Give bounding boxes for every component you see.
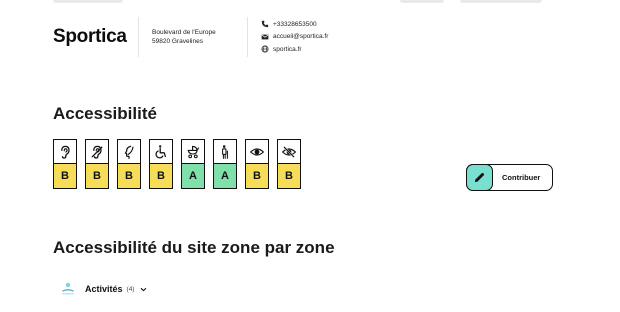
badge-vision[interactable]: B bbox=[245, 139, 269, 189]
email-address: accueil@sportica.fr bbox=[273, 33, 329, 41]
zone-toggle-activites[interactable]: Activités (4) bbox=[60, 281, 147, 297]
zone-label: Activités bbox=[85, 284, 123, 294]
badge-cognitive[interactable]: B bbox=[117, 139, 141, 189]
badge-wheelchair[interactable]: B bbox=[149, 139, 173, 189]
badge-elderly[interactable]: A bbox=[213, 139, 237, 189]
badge-stroller[interactable]: A bbox=[181, 139, 205, 189]
address-line1: Boulevard de l'Europe bbox=[152, 29, 216, 36]
badge-grade: B bbox=[278, 164, 300, 188]
address-line2: 59820 Gravelines bbox=[152, 38, 203, 45]
accessibility-badges: B B B B A A B B bbox=[53, 139, 309, 189]
contribute-button[interactable]: Contribuer bbox=[466, 164, 553, 191]
globe-icon bbox=[260, 45, 269, 54]
badge-grade: B bbox=[118, 164, 140, 188]
badge-grade: B bbox=[150, 164, 172, 188]
contribute-label: Contribuer bbox=[502, 173, 541, 182]
brand-name: Sportica bbox=[53, 26, 127, 47]
eye-icon bbox=[246, 140, 268, 164]
zone-count: (4) bbox=[126, 285, 135, 293]
header-divider bbox=[247, 17, 248, 57]
top-tab-fragment bbox=[460, 0, 542, 3]
badge-deaf[interactable]: B bbox=[85, 139, 109, 189]
phone-icon bbox=[260, 20, 269, 29]
badge-grade: A bbox=[182, 164, 204, 188]
email-link[interactable]: accueil@sportica.fr bbox=[260, 31, 328, 44]
envelope-icon bbox=[260, 32, 269, 41]
stroller-icon bbox=[182, 140, 204, 164]
top-tab-fragment bbox=[400, 0, 444, 3]
phone-link[interactable]: +33328653500 bbox=[260, 18, 328, 31]
wheelchair-icon bbox=[150, 140, 172, 164]
website-url: sportica.fr bbox=[273, 45, 302, 53]
pencil-icon bbox=[466, 164, 493, 191]
activity-logo-icon bbox=[60, 281, 76, 297]
ear-icon bbox=[54, 140, 76, 164]
zones-title: Accessibilité du site zone par zone bbox=[53, 238, 335, 257]
eye-strike-icon bbox=[278, 140, 300, 164]
phone-number: +33328653500 bbox=[273, 20, 317, 28]
badge-grade: B bbox=[246, 164, 268, 188]
website-link[interactable]: sportica.fr bbox=[260, 43, 328, 56]
chevron-down-icon bbox=[140, 286, 147, 293]
elderly-person-icon bbox=[214, 140, 236, 164]
badge-blind[interactable]: B bbox=[277, 139, 301, 189]
badge-hearing[interactable]: B bbox=[53, 139, 77, 189]
head-profile-icon bbox=[118, 140, 140, 164]
badge-grade: A bbox=[214, 164, 236, 188]
top-tab-fragment bbox=[53, 0, 123, 3]
address-block: Boulevard de l'Europe 59820 Gravelines bbox=[152, 28, 216, 46]
ear-strike-icon bbox=[86, 140, 108, 164]
badge-grade: B bbox=[86, 164, 108, 188]
contact-block: +33328653500 accueil@sportica.fr sportic… bbox=[260, 18, 328, 56]
badge-grade: B bbox=[54, 164, 76, 188]
header-divider bbox=[138, 17, 139, 57]
accessibility-title: Accessibilité bbox=[53, 104, 157, 123]
